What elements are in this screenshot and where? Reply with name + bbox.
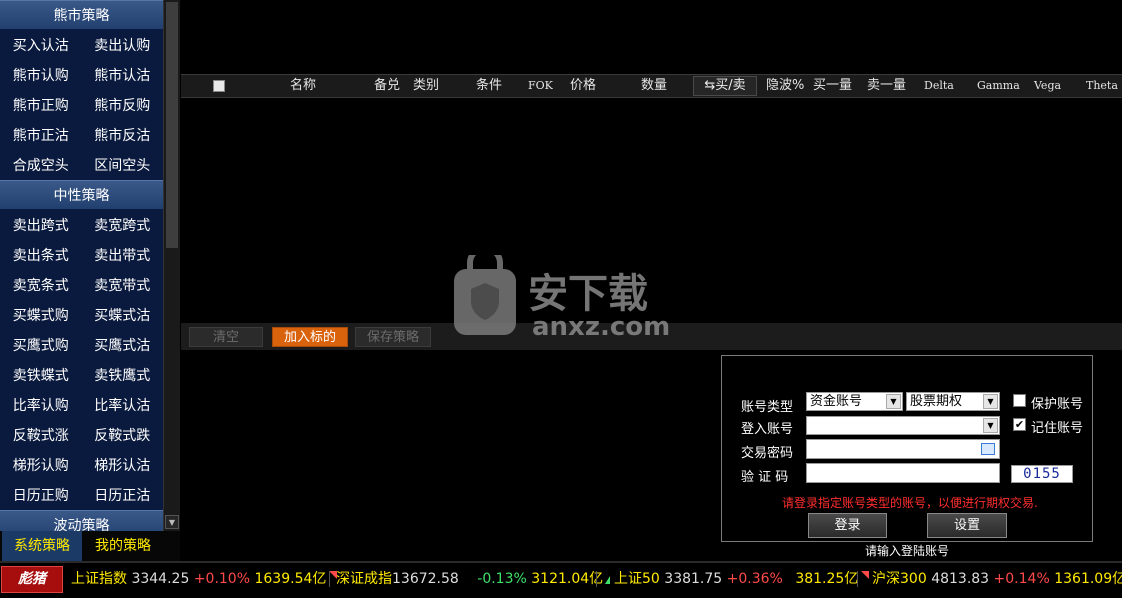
protect-account-label: 保护账号 xyxy=(1031,397,1084,412)
tab-system-strategy[interactable]: 系统策略 xyxy=(2,531,82,561)
section-header-bear[interactable]: 熊市策略 xyxy=(0,0,163,30)
col-delta[interactable]: Delta xyxy=(924,75,954,97)
scroll-down-icon[interactable]: ▼ xyxy=(165,515,179,529)
strategy-item[interactable]: 卖出认购 xyxy=(82,35,164,55)
strategy-item[interactable]: 买蝶式购 xyxy=(0,305,82,325)
strategy-item[interactable]: 卖出跨式 xyxy=(0,215,82,235)
section-header-neutral[interactable]: 中性策略 xyxy=(0,180,163,210)
ticker-item[interactable]: 上证指数 3344.25 +0.10% 1639.54亿 xyxy=(71,568,338,590)
strategy-item[interactable]: 卖出条式 xyxy=(0,245,82,265)
sidebar-scrollbar[interactable]: ▼ xyxy=(163,0,180,531)
col-ask-vol[interactable]: 卖一量 xyxy=(867,75,906,97)
col-price[interactable]: 价格 xyxy=(570,75,596,97)
col-iv[interactable]: 隐波% xyxy=(766,75,804,97)
strategy-item[interactable]: 梯形认购 xyxy=(0,455,82,475)
col-gamma[interactable]: Gamma xyxy=(977,75,1020,97)
col-type[interactable]: 类别 xyxy=(413,75,439,97)
col-covered[interactable]: 备兑 xyxy=(374,75,400,97)
protect-account-checkbox[interactable] xyxy=(1013,394,1026,407)
col-theta[interactable]: Theta xyxy=(1086,75,1118,97)
login-button[interactable]: 登录 xyxy=(808,513,887,538)
strategy-item[interactable]: 买鹰式购 xyxy=(0,335,82,355)
captcha-image[interactable]: 0155 xyxy=(1011,465,1073,483)
strategy-sidebar: 熊市策略 买入认沽 卖出认购 熊市认购 熊市认沽 熊市正购 熊市反购 熊市正沽 熊市反沽… xyxy=(0,0,163,531)
swap-arrows-icon: ⇆ xyxy=(704,78,716,93)
col-buy-sell-toggle[interactable]: ⇆买/卖 xyxy=(693,76,757,96)
strategy-item[interactable]: 卖铁鹰式 xyxy=(82,365,164,385)
login-panel: 账号类型 资金账号 ▼ 股票期权 ▼ 保护账号 登入账号 ▼ ✔ 记住账号 交易密码… xyxy=(721,355,1093,542)
strategy-item[interactable]: 卖宽跨式 xyxy=(82,215,164,235)
strategy-item[interactable]: 合成空头 xyxy=(0,155,82,175)
keyboard-icon[interactable] xyxy=(981,443,995,455)
captcha-input[interactable] xyxy=(806,463,1000,483)
strategy-item[interactable]: 熊市正沽 xyxy=(0,125,82,145)
flag-red-icon xyxy=(861,571,870,579)
account-input[interactable]: ▼ xyxy=(806,416,1000,435)
col-name[interactable]: 名称 xyxy=(290,75,316,97)
account-type-label: 账号类型 xyxy=(741,400,794,415)
settings-button[interactable]: 设置 xyxy=(927,513,1007,538)
strategy-item[interactable]: 比率认沽 xyxy=(82,395,164,415)
password-label: 交易密码 xyxy=(741,446,794,461)
watermark-cn: 安下载 xyxy=(528,271,648,317)
remember-account-label: 记住账号 xyxy=(1031,421,1084,436)
flag-green-icon xyxy=(605,576,611,584)
save-strategy-button[interactable]: 保存策略 xyxy=(355,327,431,347)
strategy-item[interactable]: 熊市认沽 xyxy=(82,65,164,85)
account-label: 登入账号 xyxy=(741,422,794,437)
strategy-item[interactable]: 买入认沽 xyxy=(0,35,82,55)
watermark-en: anxz.com xyxy=(532,312,670,342)
strategy-item[interactable]: 熊市认购 xyxy=(0,65,82,85)
col-fok[interactable]: FOK xyxy=(528,75,553,97)
tab-my-strategy[interactable]: 我的策略 xyxy=(82,531,164,561)
strategy-item[interactable]: 反鞍式跌 xyxy=(82,425,164,445)
col-vega[interactable]: Vega xyxy=(1034,75,1061,97)
password-input[interactable] xyxy=(806,439,1000,459)
strategy-item[interactable]: 比率认购 xyxy=(0,395,82,415)
col-bid-vol[interactable]: 买一量 xyxy=(813,75,852,97)
login-status: 请输入登陆账号 xyxy=(865,544,950,558)
index-ticker: 彪猪 上证指数 3344.25 +0.10% 1639.54亿 深证成指1367… xyxy=(0,561,1122,598)
strategy-item[interactable]: 日历正购 xyxy=(0,485,82,505)
table-header: 名称 备兑 类别 条件 FOK 价格 数量 ⇆买/卖 隐波% 买一量 卖一量 D… xyxy=(181,74,1122,98)
account-type-select[interactable]: 资金账号 ▼ xyxy=(806,392,903,411)
watermark-logo: 安下载 anxz.com xyxy=(450,245,680,345)
remember-account-checkbox[interactable]: ✔ xyxy=(1013,418,1026,431)
strategy-item[interactable]: 反鞍式涨 xyxy=(0,425,82,445)
ticker-item[interactable]: 上证50 3381.75 +0.36% 381.25亿 xyxy=(614,568,870,590)
strategy-item[interactable]: 熊市正购 xyxy=(0,95,82,115)
scrollbar-thumb[interactable] xyxy=(166,2,178,248)
strategy-item[interactable]: 卖铁蝶式 xyxy=(0,365,82,385)
dropdown-arrow-icon: ▼ xyxy=(983,394,998,409)
strategy-item[interactable]: 梯形认沽 xyxy=(82,455,164,475)
clear-button[interactable]: 清空 xyxy=(189,327,263,347)
strategy-item[interactable]: 卖宽带式 xyxy=(82,275,164,295)
dropdown-arrow-icon: ▼ xyxy=(983,418,998,433)
app-logo: 彪猪 xyxy=(1,566,63,593)
strategy-item[interactable]: 熊市反沽 xyxy=(82,125,164,145)
section-header-volatility[interactable]: 波动策略 xyxy=(0,510,163,531)
strategy-item[interactable]: 卖宽条式 xyxy=(0,275,82,295)
col-condition[interactable]: 条件 xyxy=(476,75,502,97)
login-hint: 请登录指定账号类型的账号，以便进行期权交易. xyxy=(782,496,1038,510)
ticker-item[interactable]: 沪深300 4813.83 +0.14% 1361.09亿 xyxy=(872,568,1122,590)
strategy-item[interactable]: 卖出带式 xyxy=(82,245,164,265)
add-underlying-button[interactable]: 加入标的 xyxy=(272,327,348,347)
strategy-item[interactable]: 熊市反购 xyxy=(82,95,164,115)
market-type-select[interactable]: 股票期权 ▼ xyxy=(906,392,1000,411)
strategy-item[interactable]: 日历正沽 xyxy=(82,485,164,505)
dropdown-arrow-icon: ▼ xyxy=(886,394,901,409)
strategy-item[interactable]: 买蝶式沽 xyxy=(82,305,164,325)
select-all-checkbox[interactable] xyxy=(213,80,225,92)
col-quantity[interactable]: 数量 xyxy=(641,75,667,97)
sidebar-tabs: 系统策略 我的策略 xyxy=(0,531,180,561)
strategy-item[interactable]: 区间空头 xyxy=(82,155,164,175)
ticker-item[interactable]: 深证成指13672.58 -0.13% 3121.04亿 xyxy=(336,568,611,590)
captcha-label: 验 证 码 xyxy=(741,470,789,485)
col-buy-sell-label: 买/卖 xyxy=(715,78,746,93)
strategy-item[interactable]: 买鹰式沽 xyxy=(82,335,164,355)
